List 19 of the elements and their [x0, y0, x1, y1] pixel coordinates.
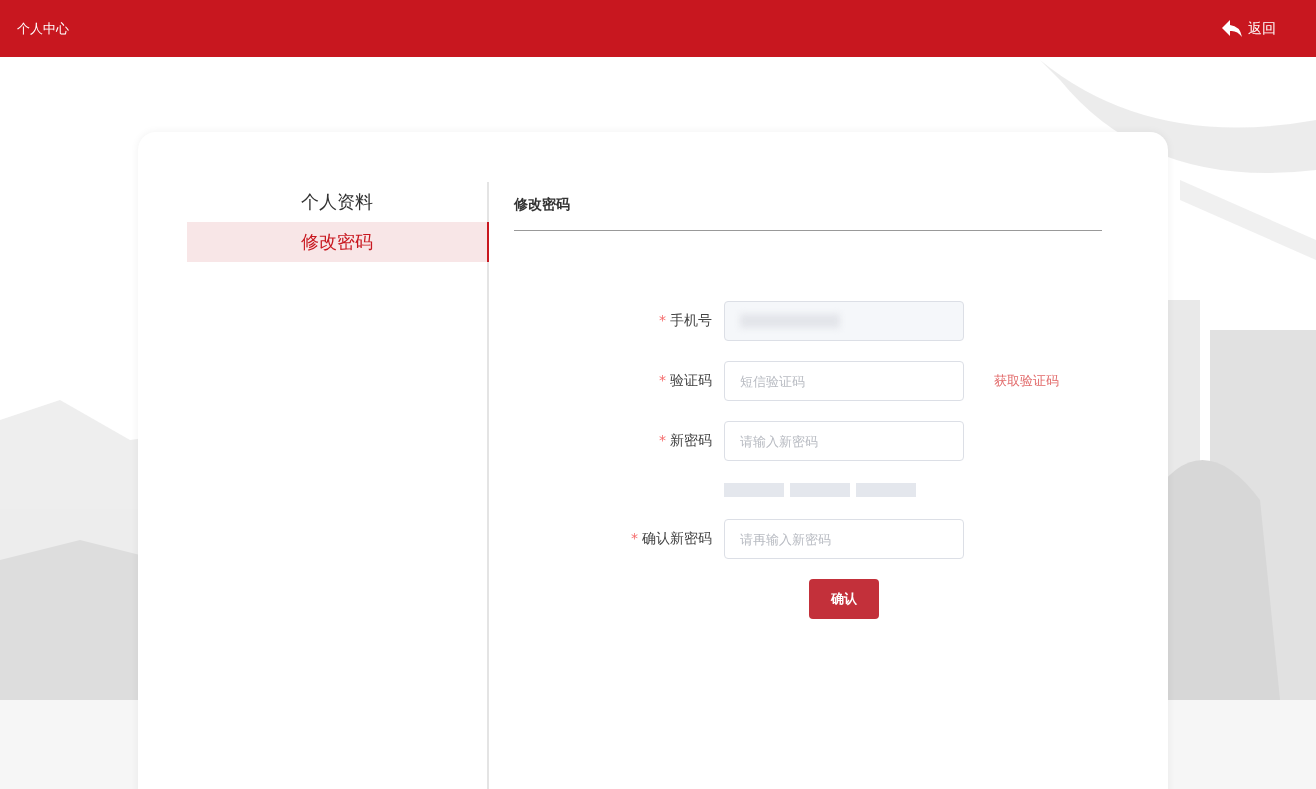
confirm-button[interactable]: 确认 [809, 579, 879, 619]
page-title: 个人中心 [17, 19, 69, 38]
input-field[interactable]: 请输入新密码 [724, 421, 964, 461]
required-mark: * [659, 312, 666, 330]
reply-arrow-icon [1222, 19, 1242, 38]
get-code-link[interactable]: 获取验证码 [988, 371, 1065, 391]
required-mark: * [659, 372, 666, 390]
field-label: 验证码 [670, 372, 712, 390]
input-field[interactable]: 请再输入新密码 [724, 519, 964, 559]
field-label: 手机号 [670, 312, 712, 330]
required-mark: * [659, 432, 666, 450]
sidebar-item[interactable]: 修改密码 [187, 222, 489, 262]
field-label: 新密码 [670, 432, 712, 450]
input-field[interactable]: 短信验证码 [724, 361, 964, 401]
field-label: 确认新密码 [642, 530, 712, 548]
sidebar-item[interactable]: 个人资料 [187, 182, 489, 222]
section-title: 修改密码 [514, 182, 1102, 231]
back-button[interactable]: 返回 [1222, 19, 1276, 38]
required-mark: * [631, 530, 638, 548]
